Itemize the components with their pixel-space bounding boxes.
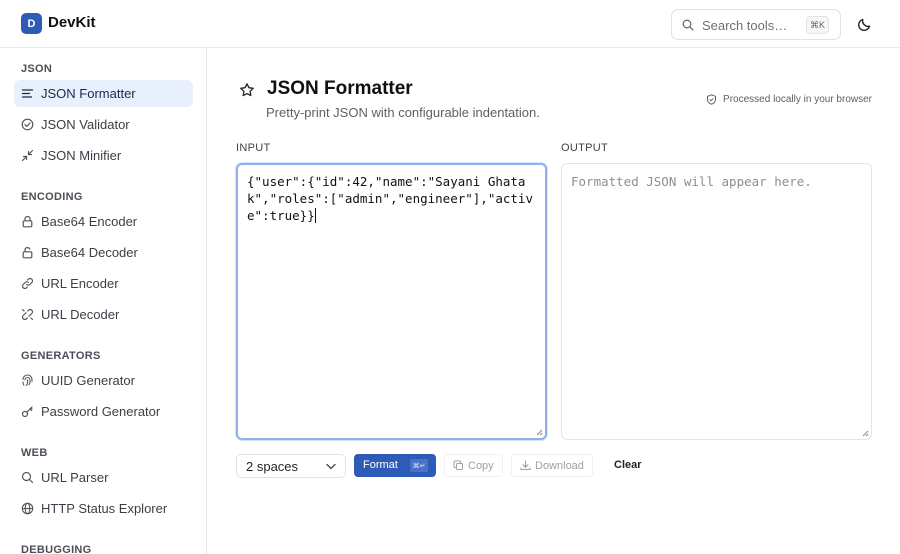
lock-icon xyxy=(22,215,33,228)
group-label-json: JSON xyxy=(21,63,53,75)
copy-icon xyxy=(453,460,463,470)
sidebar-item-label: Base64 Decoder xyxy=(41,245,138,260)
sidebar-item-label: URL Decoder xyxy=(41,307,120,322)
fingerprint-icon xyxy=(22,374,33,386)
group-label-debugging: DEBUGGING xyxy=(21,544,92,554)
resize-handle-icon[interactable] xyxy=(536,429,543,436)
sidebar-item-label: JSON Minifier xyxy=(41,148,122,163)
sidebar-item-label: URL Parser xyxy=(41,470,109,485)
sidebar-item-json-validator[interactable]: JSON Validator xyxy=(14,111,193,138)
main-panel: JSON Formatter Pretty-print JSON with co… xyxy=(208,48,900,554)
unlock-icon xyxy=(22,247,33,259)
app-logo: D xyxy=(21,13,42,34)
group-label-web: WEB xyxy=(21,447,48,459)
format-shortcut: ⌘↵ xyxy=(410,459,428,472)
unlink-icon xyxy=(21,308,34,321)
sidebar: JSON JSON Formatter JSON Validator JSON … xyxy=(0,48,207,554)
download-icon xyxy=(520,460,531,471)
clear-button[interactable]: Clear xyxy=(614,459,642,471)
sidebar-item-json-formatter[interactable]: JSON Formatter xyxy=(14,80,193,107)
download-button-label: Download xyxy=(535,459,584,472)
sidebar-item-password-generator[interactable]: Password Generator xyxy=(14,398,193,425)
group-label-encoding: ENCODING xyxy=(21,191,83,203)
sidebar-item-label: UUID Generator xyxy=(41,373,135,388)
search-icon xyxy=(682,19,694,31)
copy-button-label: Copy xyxy=(468,459,494,472)
json-output[interactable]: Formatted JSON will appear here. xyxy=(561,163,872,440)
sidebar-item-label: Base64 Encoder xyxy=(41,214,138,229)
format-button[interactable]: Format ⌘↵ xyxy=(354,454,436,477)
privacy-text: Processed locally in your browser xyxy=(723,94,872,105)
key-icon xyxy=(21,406,33,418)
sidebar-item-label: JSON Validator xyxy=(41,117,130,132)
group-label-generators: GENERATORS xyxy=(21,350,101,362)
sidebar-item-uuid-generator[interactable]: UUID Generator xyxy=(14,367,193,394)
search-box[interactable]: Search tools… ⌘K xyxy=(671,9,841,40)
indent-select-value: 2 spaces xyxy=(246,459,299,474)
star-icon[interactable] xyxy=(239,82,255,98)
sidebar-item-base64-encoder[interactable]: Base64 Encoder xyxy=(14,208,193,235)
json-input[interactable]: {"user":{"id":42,"name":"Sayani Ghatak",… xyxy=(236,163,547,440)
sidebar-item-label: Password Generator xyxy=(41,404,161,419)
search-icon xyxy=(21,471,34,484)
indent-select[interactable]: 2 spaces xyxy=(236,454,346,478)
moon-icon[interactable] xyxy=(856,15,874,33)
sidebar-item-json-minifier[interactable]: JSON Minifier xyxy=(14,142,193,169)
output-label: OUTPUT xyxy=(561,142,609,154)
align-left-icon xyxy=(21,89,34,98)
sidebar-item-http-status-explorer[interactable]: HTTP Status Explorer xyxy=(14,495,193,522)
text-caret xyxy=(314,208,316,223)
sidebar-item-base64-decoder[interactable]: Base64 Decoder xyxy=(14,239,193,266)
globe-icon xyxy=(21,502,34,515)
sidebar-item-url-encoder[interactable]: URL Encoder xyxy=(14,270,193,297)
resize-handle-icon[interactable] xyxy=(862,430,869,437)
sidebar-item-url-decoder[interactable]: URL Decoder xyxy=(14,301,193,328)
search-shortcut: ⌘K xyxy=(806,16,829,34)
minimize-icon xyxy=(21,149,34,162)
page-subtitle: Pretty-print JSON with configurable inde… xyxy=(266,105,540,120)
link-icon xyxy=(21,277,34,290)
input-label: INPUT xyxy=(236,142,271,154)
page-title: JSON Formatter xyxy=(267,78,413,99)
search-placeholder: Search tools… xyxy=(702,18,788,33)
chevron-down-icon xyxy=(326,463,336,470)
json-input-text: {"user":{"id":42,"name":"Sayani Ghatak",… xyxy=(247,174,533,223)
sidebar-item-url-parser[interactable]: URL Parser xyxy=(14,464,193,491)
format-button-label: Format xyxy=(363,459,398,471)
top-bar: D DevKit Search tools… ⌘K xyxy=(0,0,900,48)
sidebar-item-label: HTTP Status Explorer xyxy=(41,501,168,516)
copy-button[interactable]: Copy xyxy=(444,454,503,477)
sidebar-item-label: JSON Formatter xyxy=(41,86,136,101)
shield-icon xyxy=(707,94,717,105)
privacy-note: Processed locally in your browser xyxy=(706,94,872,105)
json-output-placeholder: Formatted JSON will appear here. xyxy=(571,174,812,189)
sidebar-item-label: URL Encoder xyxy=(41,276,119,291)
app-name: DevKit xyxy=(48,14,96,31)
check-circle-icon xyxy=(21,118,34,131)
download-button[interactable]: Download xyxy=(511,454,593,477)
